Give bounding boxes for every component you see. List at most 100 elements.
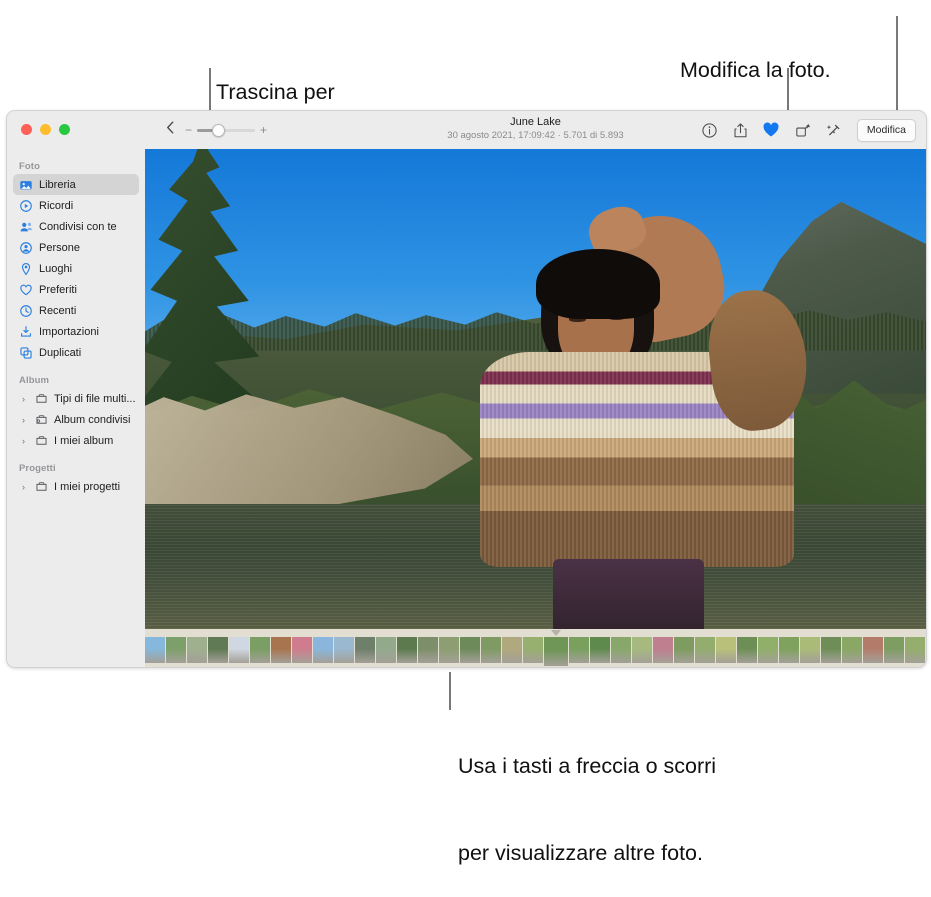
zoom-slider[interactable]: − +	[185, 124, 267, 136]
favorite-heart-icon[interactable]	[762, 121, 781, 140]
share-icon[interactable]	[731, 121, 750, 140]
sidebar-item-recenti[interactable]: Recenti	[13, 300, 139, 321]
filmstrip-thumb[interactable]	[376, 637, 396, 663]
filmstrip-thumb[interactable]	[313, 637, 333, 663]
memories-icon	[19, 199, 33, 213]
filmstrip-thumb[interactable]	[523, 637, 543, 663]
chevron-right-icon[interactable]: ›	[19, 415, 28, 425]
rotate-icon[interactable]	[793, 121, 812, 140]
sidebar-item-label: I miei album	[54, 435, 113, 447]
sidebar-item-persone[interactable]: Persone	[13, 237, 139, 258]
filmstrip-thumb[interactable]	[695, 637, 715, 663]
filmstrip-thumb[interactable]	[460, 637, 480, 663]
sidebar-section-progetti-title: Progetti	[7, 463, 145, 476]
filmstrip-thumb[interactable]	[716, 637, 736, 663]
sidebar-item-preferiti[interactable]: Preferiti	[13, 279, 139, 300]
filmstrip-thumb[interactable]	[439, 637, 459, 663]
shared-folder-icon	[34, 413, 48, 427]
filmstrip-thumb[interactable]	[187, 637, 207, 663]
back-button[interactable]	[157, 120, 183, 140]
sidebar-item-ricordi[interactable]: Ricordi	[13, 195, 139, 216]
sidebar-item-i-miei-progetti[interactable]: › I miei progetti	[13, 476, 139, 497]
library-icon	[19, 178, 33, 192]
zoom-in-label[interactable]: +	[260, 124, 267, 136]
filmstrip-thumb[interactable]	[737, 637, 757, 663]
sidebar-item-label: Persone	[39, 242, 80, 254]
filmstrip-thumb[interactable]	[292, 637, 312, 663]
edit-callout-leader	[896, 16, 898, 120]
sidebar-item-label: Luoghi	[39, 263, 72, 275]
duplicates-icon	[19, 346, 33, 360]
filmstrip-thumb[interactable]	[145, 637, 165, 663]
filmstrip-thumb[interactable]	[397, 637, 417, 663]
filmstrip-thumb-current[interactable]	[544, 637, 568, 666]
close-window-button[interactable]	[21, 124, 32, 135]
zoom-slider-track[interactable]	[197, 129, 255, 132]
folder-icon	[34, 480, 48, 494]
filmstrip-thumb[interactable]	[166, 637, 186, 663]
zoom-window-button[interactable]	[59, 124, 70, 135]
zoom-callout-line1: Trascina per	[216, 78, 404, 107]
sidebar-item-duplicati[interactable]: Duplicati	[13, 342, 139, 363]
photo-viewer[interactable]	[145, 149, 926, 629]
folder-icon	[34, 434, 48, 448]
sidebar-item-tipi-di-file[interactable]: › Tipi di file multi...	[13, 388, 139, 409]
sidebar-item-condivisi-con-te[interactable]: Condivisi con te	[13, 216, 139, 237]
sidebar-item-label: Album condivisi	[54, 414, 130, 426]
photo-subject-person	[496, 216, 777, 629]
filmstrip-thumbnails[interactable]	[145, 637, 926, 666]
filmstrip-thumb[interactable]	[355, 637, 375, 663]
places-icon	[19, 262, 33, 276]
sidebar-item-label: Ricordi	[39, 200, 73, 212]
filmstrip-thumb[interactable]	[863, 637, 883, 663]
filmstrip-thumb[interactable]	[884, 637, 904, 663]
filmstrip-thumb[interactable]	[611, 637, 631, 663]
enhance-icon[interactable]	[824, 121, 843, 140]
chevron-right-icon[interactable]: ›	[19, 482, 28, 492]
zoom-out-label[interactable]: −	[185, 124, 192, 136]
filmstrip-thumb[interactable]	[229, 637, 249, 663]
filmstrip-thumb[interactable]	[800, 637, 820, 663]
sidebar-item-luoghi[interactable]: Luoghi	[13, 258, 139, 279]
filmstrip-thumb[interactable]	[250, 637, 270, 663]
edit-button[interactable]: Modifica	[857, 119, 916, 142]
window-controls[interactable]	[21, 124, 70, 135]
filmstrip-thumb[interactable]	[334, 637, 354, 663]
sidebar-item-label: Recenti	[39, 305, 76, 317]
sidebar-section-album-title: Album	[7, 375, 145, 388]
filmstrip-thumb[interactable]	[905, 637, 925, 663]
sidebar-item-label: I miei progetti	[54, 481, 120, 493]
chevron-left-icon	[165, 120, 176, 140]
people-icon	[19, 241, 33, 255]
filmstrip-thumb[interactable]	[271, 637, 291, 663]
info-icon[interactable]	[700, 121, 719, 140]
filmstrip-thumb[interactable]	[842, 637, 862, 663]
folder-icon	[34, 392, 48, 406]
filmstrip-thumb[interactable]	[674, 637, 694, 663]
sidebar-item-i-miei-album[interactable]: › I miei album	[13, 430, 139, 451]
filmstrip-thumb[interactable]	[208, 637, 228, 663]
chevron-right-icon[interactable]: ›	[19, 394, 28, 404]
filmstrip-thumb[interactable]	[632, 637, 652, 663]
filmstrip-thumb[interactable]	[821, 637, 841, 663]
filmstrip-thumb[interactable]	[418, 637, 438, 663]
filmstrip-thumb[interactable]	[502, 637, 522, 663]
filmstrip-thumb[interactable]	[653, 637, 673, 663]
sidebar-item-importazioni[interactable]: Importazioni	[13, 321, 139, 342]
sidebar-item-label: Tipi di file multi...	[54, 393, 136, 405]
filmstrip-callout-line1: Usa i tasti a freccia o scorri	[458, 752, 716, 781]
minimize-window-button[interactable]	[40, 124, 51, 135]
filmstrip-thumb[interactable]	[590, 637, 610, 663]
filmstrip-thumb[interactable]	[481, 637, 501, 663]
filmstrip-current-marker	[551, 630, 561, 636]
filmstrip-thumb[interactable]	[758, 637, 778, 663]
zoom-slider-knob[interactable]	[212, 124, 225, 137]
photos-app-window: Foto Libreria Ricordi	[6, 110, 927, 668]
sidebar-item-libreria[interactable]: Libreria	[13, 174, 139, 195]
filmstrip-thumb[interactable]	[779, 637, 799, 663]
sidebar-item-album-condivisi[interactable]: › Album condivisi	[13, 409, 139, 430]
filmstrip-callout-text: Usa i tasti a freccia o scorri per visua…	[458, 694, 716, 897]
filmstrip[interactable]	[145, 629, 926, 667]
chevron-right-icon[interactable]: ›	[19, 436, 28, 446]
filmstrip-thumb[interactable]	[569, 637, 589, 663]
